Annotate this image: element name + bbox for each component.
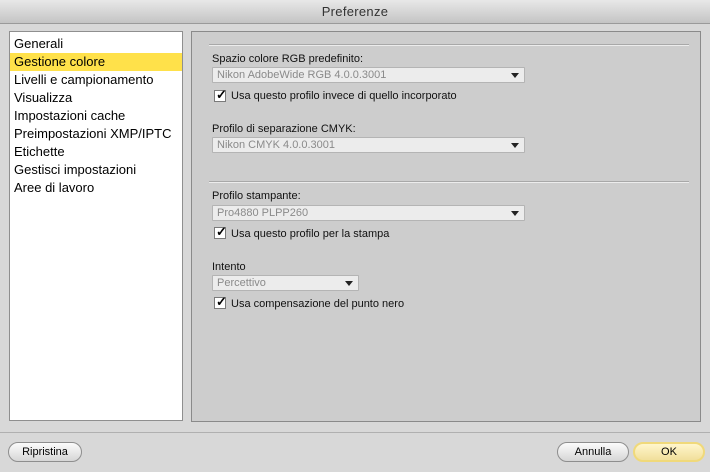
sidebar-item-visualizza[interactable]: Visualizza	[10, 89, 182, 107]
black-point-compensation-label: Usa compensazione del punto nero	[231, 298, 405, 310]
dropdown-arrow-icon	[511, 143, 519, 148]
sidebar-item-livelli-campionamento[interactable]: Livelli e campionamento	[10, 71, 182, 89]
sidebar-item-etichette[interactable]: Etichette	[10, 143, 182, 161]
intent-dropdown[interactable]: Percettivo	[212, 275, 359, 291]
cmyk-profile-label: Profilo di separazione CMYK:	[212, 123, 356, 135]
printer-profile-value: Pro4880 PLPP260	[217, 207, 309, 219]
sidebar-item-aree-di-lavoro[interactable]: Aree di lavoro	[10, 179, 182, 197]
title-bar: Preferenze	[0, 0, 710, 24]
checkmark-icon: ✓	[216, 294, 227, 309]
use-profile-instead-checkbox[interactable]: ✓	[214, 87, 227, 102]
dropdown-arrow-icon	[511, 211, 519, 216]
sidebar-item-gestisci-impostazioni[interactable]: Gestisci impostazioni	[10, 161, 182, 179]
rgb-space-value: Nikon AdobeWide RGB 4.0.0.3001	[217, 69, 387, 81]
use-profile-for-print-checkbox[interactable]: ✓	[214, 224, 227, 239]
dropdown-arrow-icon	[511, 73, 519, 78]
reset-button[interactable]: Ripristina	[8, 442, 82, 462]
sidebar-item-preimpostazioni-xmp-iptc[interactable]: Preimpostazioni XMP/IPTC	[10, 125, 182, 143]
section-divider	[209, 44, 689, 46]
use-profile-for-print-label: Usa questo profilo per la stampa	[231, 228, 390, 240]
dropdown-arrow-icon	[345, 281, 353, 286]
rgb-space-dropdown[interactable]: Nikon AdobeWide RGB 4.0.0.3001	[212, 67, 525, 83]
intent-label: Intento	[212, 261, 246, 273]
cancel-button[interactable]: Annulla	[557, 442, 629, 462]
footer-divider	[0, 432, 710, 433]
sidebar-item-generali[interactable]: Generali	[10, 35, 182, 53]
preferences-sidebar: Generali Gestione colore Livelli e campi…	[9, 31, 183, 421]
printer-profile-label: Profilo stampante:	[212, 190, 301, 202]
checkmark-icon: ✓	[216, 224, 227, 239]
color-management-panel: Spazio colore RGB predefinito: Nikon Ado…	[191, 31, 701, 422]
ok-button[interactable]: OK	[633, 442, 705, 462]
use-profile-instead-label: Usa questo profilo invece di quello inco…	[231, 90, 457, 102]
black-point-compensation-checkbox[interactable]: ✓	[214, 294, 227, 309]
intent-value: Percettivo	[217, 277, 266, 289]
cmyk-profile-dropdown[interactable]: Nikon CMYK 4.0.0.3001	[212, 137, 525, 153]
section-divider	[209, 181, 689, 183]
cmyk-profile-value: Nikon CMYK 4.0.0.3001	[217, 139, 336, 151]
checkmark-icon: ✓	[216, 87, 227, 102]
window-title: Preferenze	[321, 4, 389, 19]
rgb-space-label: Spazio colore RGB predefinito:	[212, 53, 364, 65]
sidebar-item-impostazioni-cache[interactable]: Impostazioni cache	[10, 107, 182, 125]
printer-profile-dropdown[interactable]: Pro4880 PLPP260	[212, 205, 525, 221]
sidebar-item-gestione-colore[interactable]: Gestione colore	[10, 53, 182, 71]
